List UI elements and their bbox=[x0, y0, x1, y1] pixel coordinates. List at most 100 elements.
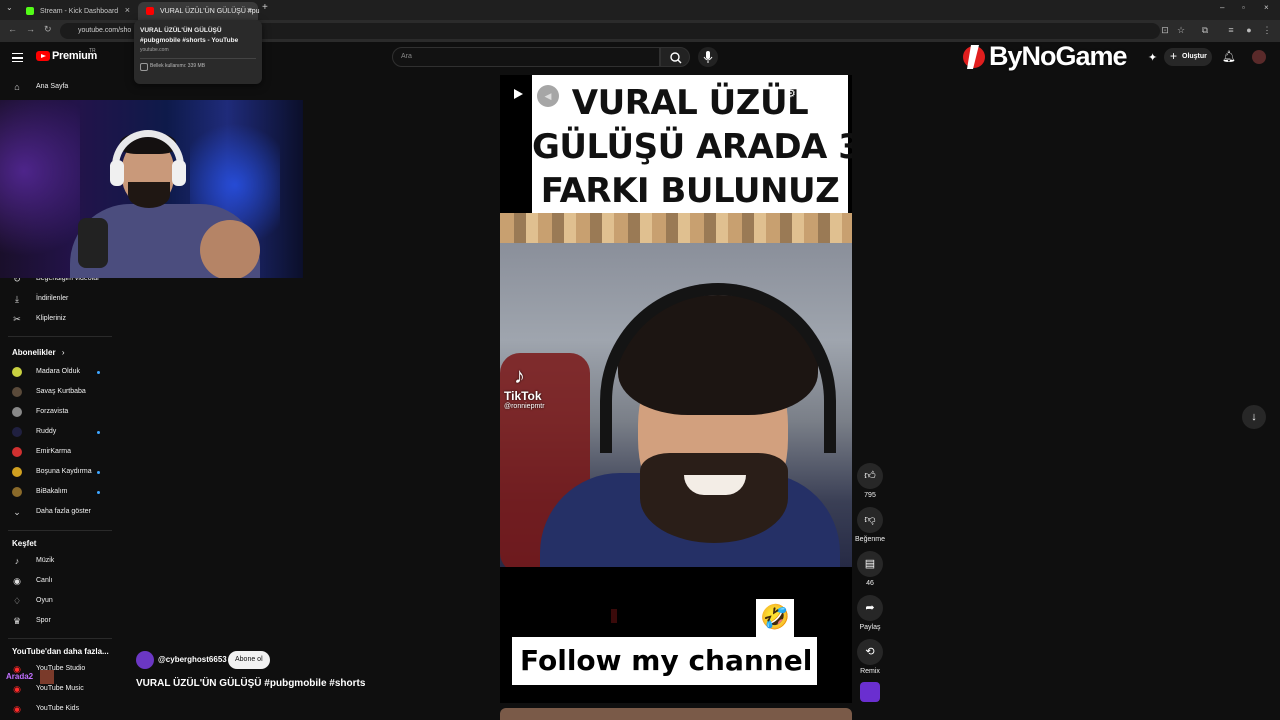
hover-card-title: VURAL ÜZÜL'ÜN GÜLÜŞÜ bbox=[140, 27, 222, 34]
browser-tab-bar: ⌄ Stream - Kick Dashboard × VURAL ÜZÜL'Ü… bbox=[0, 0, 1280, 20]
account-avatar[interactable] bbox=[1252, 50, 1266, 64]
subscribe-button[interactable]: Abone ol bbox=[228, 651, 270, 669]
close-icon[interactable]: × bbox=[247, 5, 252, 15]
search-button[interactable] bbox=[660, 47, 690, 67]
comment-icon[interactable]: ▤ bbox=[857, 551, 883, 577]
channel-avatar bbox=[12, 427, 22, 437]
comments-action[interactable]: ▤ 46 bbox=[855, 551, 885, 587]
dislike-label: Beğenme bbox=[855, 536, 885, 543]
youtube-logo-icon[interactable] bbox=[36, 51, 50, 61]
sidebar-toggle-icon[interactable]: ≡ bbox=[1226, 25, 1236, 35]
caption-line: VURAL ÜZÜL bbox=[571, 83, 809, 123]
sidebar-sub-madara-olduk[interactable]: Madara Olduk bbox=[0, 362, 116, 382]
voice-search-button[interactable] bbox=[698, 47, 718, 67]
create-button[interactable]: Oluştur bbox=[1164, 47, 1212, 66]
new-tab-icon[interactable]: + bbox=[262, 2, 268, 13]
new-content-dot bbox=[97, 371, 100, 374]
search-input[interactable]: Ara bbox=[392, 47, 660, 67]
more-options-icon[interactable]: ⋮ bbox=[808, 87, 819, 100]
new-content-dot bbox=[97, 491, 100, 494]
sidebar-sub-bibakalim[interactable]: BiBakalım bbox=[0, 482, 116, 502]
sidebar-item-home[interactable]: ⌂ Ana Sayfa bbox=[0, 77, 116, 97]
menu-kebab-icon[interactable]: ⋮ bbox=[1262, 25, 1272, 35]
maximize-icon[interactable]: ▫ bbox=[1242, 3, 1245, 12]
remix-label: Remix bbox=[860, 668, 880, 675]
webcam-backlight bbox=[0, 100, 80, 278]
channel-avatar bbox=[12, 407, 22, 417]
sidebar-item-label: EmirKarma bbox=[36, 448, 72, 455]
tab-search-icon[interactable]: ⌄ bbox=[6, 3, 13, 12]
remix-action[interactable]: ⟲ Remix bbox=[855, 639, 885, 675]
sidebar-item-label: Spor bbox=[36, 617, 51, 624]
sidebar-sub-emirkarma[interactable]: EmirKarma bbox=[0, 442, 116, 462]
download-icon: ⤓ bbox=[15, 294, 19, 304]
laughing-emoji: 🤣 bbox=[756, 599, 794, 637]
hover-card-title-2: #pubgmobile #shorts - YouTube bbox=[140, 37, 239, 44]
tab-kick-dashboard[interactable]: Stream - Kick Dashboard × bbox=[18, 2, 136, 20]
tab-label: Stream - Kick Dashboard bbox=[40, 7, 119, 15]
play-icon[interactable] bbox=[514, 89, 523, 99]
bookmark-star-icon[interactable]: ☆ bbox=[1176, 25, 1186, 35]
channel-avatar bbox=[12, 387, 22, 397]
extensions-icon[interactable]: ⧉ bbox=[1200, 25, 1210, 35]
sidebar-item-live[interactable]: ◉ Canlı bbox=[0, 571, 116, 591]
sidebar-item-youtube-music[interactable]: ◉ YouTube Music bbox=[0, 679, 116, 699]
channel-avatar bbox=[12, 467, 22, 477]
profile-icon[interactable]: ● bbox=[1244, 25, 1254, 35]
remix-icon[interactable]: ⟲ bbox=[857, 639, 883, 665]
channel-avatar[interactable] bbox=[136, 651, 154, 669]
streamer-beard bbox=[128, 182, 170, 208]
reload-icon[interactable]: ↻ bbox=[44, 24, 52, 35]
minimize-icon[interactable]: – bbox=[1220, 3, 1224, 12]
sidebar-show-more[interactable]: ⌄ Daha fazla göster bbox=[0, 502, 116, 522]
video-artifact bbox=[611, 609, 617, 623]
sidebar-item-downloads[interactable]: ⤓ İndirilenler bbox=[0, 289, 116, 309]
close-icon[interactable]: × bbox=[125, 5, 130, 15]
settings-gear-icon[interactable]: ⚙ bbox=[786, 87, 796, 100]
channel-thumbnail[interactable] bbox=[860, 682, 880, 702]
person-headphones bbox=[600, 283, 836, 453]
sidebar-item-sports[interactable]: ♛ Spor bbox=[0, 611, 116, 631]
window-close-icon[interactable]: × bbox=[1264, 3, 1269, 12]
channel-name[interactable]: @cyberghost6653 bbox=[158, 655, 227, 664]
kick-icon bbox=[26, 7, 34, 15]
tab-youtube-short[interactable]: VURAL ÜZÜL'ÜN GÜLÜŞÜ #pu × bbox=[138, 2, 260, 20]
sidebar-sub-forzavista[interactable]: Forzavista bbox=[0, 402, 116, 422]
fullscreen-icon[interactable]: ⤢ bbox=[830, 87, 839, 100]
share-action[interactable]: ➦ Paylaş bbox=[855, 595, 885, 631]
like-action[interactable]: 👍︎ 795 bbox=[855, 463, 885, 499]
sidebar-item-music[interactable]: ♪ Müzik bbox=[0, 551, 116, 571]
next-short-preview[interactable] bbox=[500, 708, 852, 720]
back-icon[interactable]: ← bbox=[8, 24, 17, 34]
sidebar-sub-bosuna-kaydirma[interactable]: Boşuna Kaydırma bbox=[0, 462, 116, 482]
thumbs-up-icon[interactable]: 👍︎ bbox=[857, 463, 883, 489]
subscriptions-heading[interactable]: Abonelikler › bbox=[12, 348, 64, 357]
gamepad-icon: ♢ bbox=[12, 596, 22, 606]
caption-line: GÜLÜŞÜ ARADA 3 bbox=[532, 127, 852, 167]
video-strip bbox=[500, 213, 852, 247]
share-arrow-icon[interactable]: ➦ bbox=[857, 595, 883, 621]
notifications-bell-icon[interactable]: 🔔︎ bbox=[1222, 50, 1236, 63]
short-caption-box: VURAL ÜZÜL GÜLÜŞÜ ARADA 3 FARKI BULUNUZ bbox=[532, 75, 852, 221]
forward-icon[interactable]: → bbox=[26, 24, 35, 34]
scroll-down-arrow-icon[interactable]: ↓ bbox=[1242, 405, 1266, 429]
streamer-microphone bbox=[78, 218, 108, 268]
sidebar-item-youtube-kids[interactable]: ◉ YouTube Kids bbox=[0, 699, 116, 719]
install-icon[interactable]: ⊡ bbox=[1160, 25, 1170, 35]
sidebar-item-label: Oyun bbox=[36, 597, 53, 604]
sidebar-item-clips[interactable]: ✂ Klipleriniz bbox=[0, 309, 116, 329]
hamburger-menu-icon[interactable] bbox=[12, 53, 23, 62]
country-code: TR bbox=[89, 48, 96, 54]
tab-label: VURAL ÜZÜL'ÜN GÜLÜŞÜ #pu bbox=[160, 7, 260, 15]
channel-avatar bbox=[12, 367, 22, 377]
dislike-action[interactable]: 👎︎ Beğenme bbox=[854, 507, 886, 543]
shorts-player[interactable]: VURAL ÜZÜL GÜLÜŞÜ ARADA 3 FARKI BULUNUZ … bbox=[500, 75, 852, 703]
cast-icon[interactable]: ✦ bbox=[1148, 51, 1157, 64]
sidebar-item-gaming[interactable]: ♢ Oyun bbox=[0, 591, 116, 611]
thumbs-down-icon[interactable]: 👎︎ bbox=[857, 507, 883, 533]
sidebar-sub-ruddy[interactable]: Ruddy bbox=[0, 422, 116, 442]
create-label: Oluştur bbox=[1182, 53, 1207, 60]
volume-icon[interactable]: ◀︎ bbox=[537, 85, 559, 107]
streamer-arm bbox=[200, 220, 260, 278]
sidebar-sub-savas-kurtbaba[interactable]: Savaş Kurtbaba bbox=[0, 382, 116, 402]
